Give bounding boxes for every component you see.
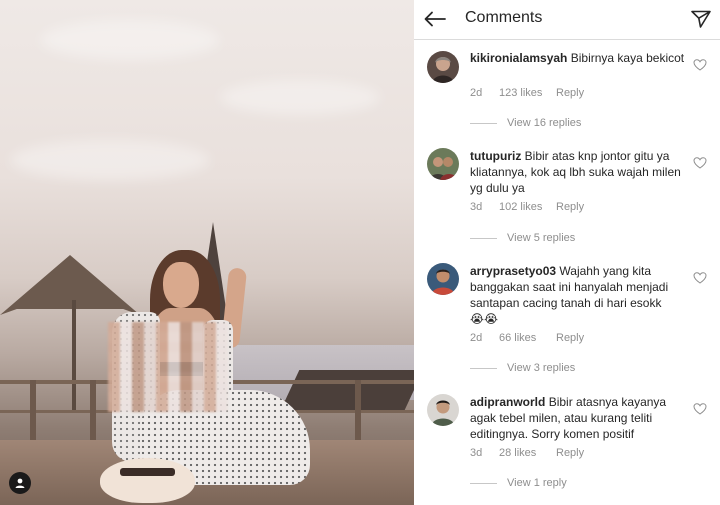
heart-outline-icon[interactable] (693, 271, 707, 285)
avatar[interactable] (427, 263, 459, 295)
comment-time: 2d (470, 87, 483, 99)
censor-blur (108, 322, 228, 412)
lounger (280, 370, 414, 410)
avatar[interactable] (427, 148, 459, 180)
cloud (220, 80, 380, 115)
user-icon[interactable] (9, 472, 31, 494)
comment-likes[interactable]: 123 likes (499, 87, 556, 99)
hat (100, 458, 195, 503)
comments-panel: Comments kikironialamsyah Bibirnya kaya … (414, 0, 720, 505)
cloud (40, 20, 220, 60)
reply-button[interactable]: Reply (556, 447, 584, 459)
comment-meta: 2d 66 likes Reply (470, 332, 584, 344)
divider-line (470, 367, 497, 369)
comment-username[interactable]: adipranworld (470, 395, 545, 409)
comment-likes[interactable]: 66 likes (499, 332, 556, 344)
hat-band (120, 468, 175, 476)
heart-outline-icon[interactable] (693, 156, 707, 170)
divider-line (470, 122, 497, 124)
comment-body: kikironialamsyah Bibirnya kaya bekicot (470, 50, 688, 66)
umbrella (0, 255, 140, 315)
comment-body: arryprasetyo03 Wajahh yang kita banggaka… (470, 263, 688, 327)
comment-meta: 3d 102 likes Reply (470, 201, 584, 213)
comments-header: Comments (414, 0, 720, 40)
reply-button[interactable]: Reply (556, 332, 584, 344)
avatar[interactable] (427, 51, 459, 83)
crying-emoji: 😭😭 (470, 312, 499, 326)
page-title: Comments (465, 9, 543, 26)
divider-line (470, 237, 497, 239)
arrow-left-icon[interactable] (422, 6, 448, 32)
divider-line (470, 482, 497, 484)
heart-outline-icon[interactable] (693, 402, 707, 416)
comment-text: Bibirnya kaya bekicot (570, 51, 685, 65)
avatar[interactable] (427, 394, 459, 426)
view-replies-label: View 5 replies (507, 232, 576, 244)
reply-button[interactable]: Reply (556, 87, 584, 99)
comment-username[interactable]: arryprasetyo03 (470, 264, 556, 278)
comment-username[interactable]: tutupuriz (470, 149, 521, 163)
comment-likes[interactable]: 28 likes (499, 447, 556, 459)
view-replies-button[interactable]: View 1 reply (470, 477, 567, 489)
person-face (163, 262, 199, 308)
heart-outline-icon[interactable] (693, 58, 707, 72)
view-replies-label: View 1 reply (507, 477, 567, 489)
comment-likes[interactable]: 102 likes (499, 201, 556, 213)
comment-body: tutupuriz Bibir atas knp jontor gitu ya … (470, 148, 688, 196)
comment-time: 3d (470, 447, 483, 459)
comment-username[interactable]: kikironialamsyah (470, 51, 567, 65)
post-photo (0, 0, 414, 505)
comment-meta: 3d 28 likes Reply (470, 447, 584, 459)
umbrella-pole (72, 300, 76, 410)
cloud (10, 140, 210, 180)
comment-time: 3d (470, 201, 483, 213)
view-replies-button[interactable]: View 3 replies (470, 362, 575, 374)
view-replies-label: View 16 replies (507, 117, 582, 129)
comment-body: adipranworld Bibir atasnya kayanya agak … (470, 394, 688, 442)
comment-time: 2d (470, 332, 483, 344)
comment-meta: 2d 123 likes Reply (470, 87, 584, 99)
view-replies-label: View 3 replies (507, 362, 576, 374)
reply-button[interactable]: Reply (556, 201, 584, 213)
view-replies-button[interactable]: View 16 replies (470, 117, 581, 129)
paper-plane-icon[interactable] (688, 6, 714, 32)
view-replies-button[interactable]: View 5 replies (470, 232, 575, 244)
